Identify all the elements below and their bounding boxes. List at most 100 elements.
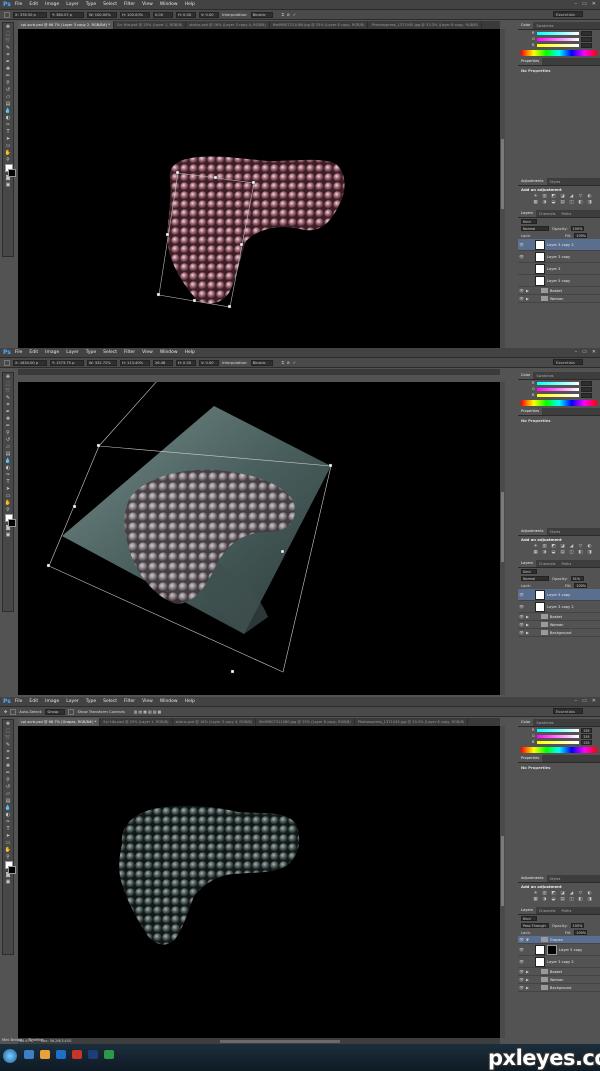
invert-icon[interactable]: ◧ [577,897,584,902]
healing-tool-icon[interactable]: ✚ [4,763,12,769]
bw-icon[interactable]: ◑ [541,550,548,555]
hue-icon[interactable]: ◐ [586,194,593,199]
triangle-icon[interactable]: ▽ [577,891,584,896]
layer-group-row[interactable]: 👁 ▶ Basket [518,968,600,976]
tab-styles[interactable]: Styles [547,877,564,881]
document-tab[interactable]: cpl-scrb.psd @ 66.7% (Grapes, RGB/8#) * [18,718,101,726]
document-tab[interactable]: status.psd @ 16% (Layer 3 copy 4, RGB/8) [173,718,257,726]
document-tab[interactable]: Scr tito.psd @ 25% (Layer 1, RGB/8) [100,718,173,726]
lookup-icon[interactable]: ◫ [568,897,575,902]
shape-tool-icon[interactable]: ▭ [4,840,12,846]
menu-filter[interactable]: Filter [124,2,135,7]
word-icon[interactable] [56,1050,66,1059]
eye-icon[interactable]: 👁 [518,969,525,974]
blur-tool-icon[interactable]: 💧 [4,805,12,811]
layer-group-row[interactable]: 👁 ▶ Woman [518,621,600,629]
curves-icon[interactable]: ◩ [550,194,557,199]
menu-window[interactable]: Window [160,699,178,704]
quick-select-tool-icon[interactable]: ✎ [4,742,12,748]
stamp-tool-icon[interactable]: ⚲ [4,430,12,436]
lasso-tool-icon[interactable]: ➰ [4,38,12,44]
warp-icon[interactable]: ⌗ [282,360,284,365]
menu-window[interactable]: Window [160,2,178,7]
y-field[interactable]: Y: 1573.75 p [50,359,84,366]
menu-type[interactable]: Type [86,2,96,7]
layer-row[interactable]: 👁 Layer 5 copy [518,944,600,956]
v-skew-field[interactable]: V: 0.00 [199,359,219,366]
tab-styles[interactable]: Styles [547,180,564,184]
zoom-tool-icon[interactable]: ⚲ [4,854,12,860]
eraser-tool-icon[interactable]: ▱ [4,791,12,797]
brush-tool-icon[interactable]: ✏ [4,770,12,776]
marquee-tool-icon[interactable]: ⬚ [4,31,12,37]
menu-type[interactable]: Type [86,350,96,355]
interpolation-select[interactable]: Bicubic [250,11,273,18]
h-skew-field[interactable]: H: 0.00 [176,11,196,18]
type-tool-icon[interactable]: T [4,129,12,135]
document-tab[interactable]: Photoexpress_1371045.jpg @ 33.3% (Layer … [355,718,469,726]
tab-layers[interactable]: Layers [518,560,536,567]
brush-tool-icon[interactable]: ✏ [4,423,12,429]
opacity-field[interactable]: 100% [570,226,584,231]
dodge-tool-icon[interactable]: ◐ [4,115,12,121]
blue-value[interactable]: 255 [581,739,592,745]
eye-icon[interactable]: 👁 [518,937,525,942]
menu-layer[interactable]: Layer [66,350,79,355]
commit-transform-icon[interactable]: ✓ [293,360,296,365]
layer-group-row[interactable]: 👁 ▶ Background [518,629,600,637]
workspace-select[interactable]: Essentials [553,359,583,365]
red-value[interactable] [581,30,592,36]
canvas[interactable] [18,726,500,1038]
transform-controls-checkbox[interactable] [68,708,75,715]
gradient-map-icon[interactable]: ◨ [586,897,593,902]
tab-paths[interactable]: Paths [559,562,575,566]
curves-icon[interactable]: ◩ [550,544,557,549]
height-field[interactable]: H: 100.00% [120,11,150,18]
color-swatches[interactable] [4,861,16,874]
lasso-tool-icon[interactable]: ➰ [4,735,12,741]
bw-icon[interactable]: ◑ [541,897,548,902]
tab-paths[interactable]: Paths [559,212,575,216]
x-field[interactable]: X: 1834.00 p [13,359,47,366]
exposure-icon[interactable]: ◪ [559,544,566,549]
tab-color[interactable]: Color [518,22,534,29]
crop-tool-icon[interactable]: ⌗ [4,52,12,58]
layer-group-row[interactable]: 👁 ▶ Basket [518,613,600,621]
lasso-tool-icon[interactable]: ➰ [4,388,12,394]
tab-properties[interactable]: Properties [518,58,543,65]
layer-row[interactable]: 👁 Layer 5 copy [518,589,600,601]
crop-tool-icon[interactable]: ⌗ [4,749,12,755]
eye-icon[interactable]: 👁 [518,242,525,247]
blue-value[interactable] [581,392,592,398]
eye-icon[interactable]: 👁 [518,296,525,301]
screen-mode-icon[interactable]: ▣ [4,532,12,538]
hand-tool-icon[interactable]: ✋ [4,500,12,506]
balance-icon[interactable]: ▦ [532,897,539,902]
healing-tool-icon[interactable]: ✚ [4,416,12,422]
menu-window[interactable]: Window [160,350,178,355]
tab-properties[interactable]: Properties [518,755,543,762]
quick-select-tool-icon[interactable]: ✎ [4,45,12,51]
eye-icon[interactable]: 👁 [518,622,525,627]
blend-mode-select[interactable]: Normal [521,226,549,231]
green-value[interactable] [581,36,592,42]
red-value[interactable] [581,380,592,386]
balance-icon[interactable]: ▦ [532,550,539,555]
eye-icon[interactable]: 👁 [518,592,525,597]
tab-properties[interactable]: Properties [518,408,543,415]
tab-swatches[interactable]: Swatches [533,374,556,378]
eye-icon[interactable]: 👁 [518,254,525,259]
screen-mode-icon[interactable]: ▣ [4,182,12,188]
menu-file[interactable]: File [15,2,23,7]
reference-point-icon[interactable] [4,11,10,18]
eye-icon[interactable]: 👁 [518,630,525,635]
gradient-tool-icon[interactable]: ▤ [4,101,12,107]
eye-icon[interactable]: 👁 [518,604,525,609]
dodge-tool-icon[interactable]: ◐ [4,812,12,818]
menu-filter[interactable]: Filter [124,350,135,355]
layer-row[interactable]: 👁 Layer 3 copy 2 [518,239,600,251]
menu-view[interactable]: View [142,2,153,7]
move-tool-icon[interactable]: ✥ [4,24,12,30]
tab-paths[interactable]: Paths [559,909,575,913]
layer-row[interactable]: Layer 5 copy [518,275,600,287]
